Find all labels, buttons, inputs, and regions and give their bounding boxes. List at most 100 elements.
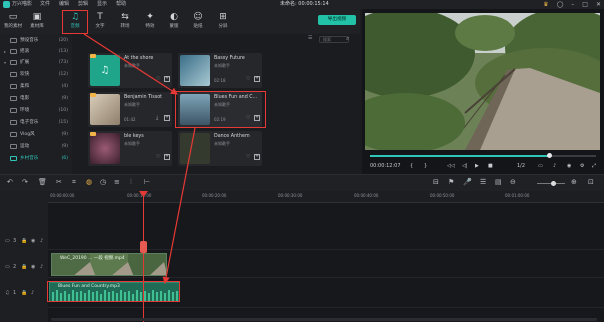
zoom-out-icon[interactable]: ⊖ [510, 178, 516, 186]
playhead-marker[interactable] [140, 241, 147, 253]
add-icon[interactable]: + [164, 76, 170, 82]
playback-scrubber[interactable] [370, 153, 596, 158]
sidebar-item-sports[interactable]: 运动 (9) [4, 142, 68, 151]
color-icon[interactable]: ◍ [86, 178, 92, 186]
scrubber-handle[interactable] [546, 153, 552, 158]
tool-mask[interactable]: ◐ 蒙版 [162, 11, 186, 32]
mute-icon[interactable]: ♪ [31, 290, 34, 296]
undo-icon[interactable]: ↶ [7, 178, 13, 186]
add-icon[interactable]: + [164, 115, 170, 121]
premium-crown-icon[interactable]: ♛ [543, 0, 548, 9]
ruler-tick-label: 00:00:40:00 [354, 193, 379, 198]
fit-icon[interactable]: ⊡ [588, 178, 594, 186]
menu-edit[interactable]: 编辑 [59, 0, 69, 9]
mute-icon[interactable]: ♪ [40, 264, 43, 270]
filter-icon[interactable]: ☰ [308, 35, 312, 41]
adjust-icon[interactable]: ≡ [114, 178, 120, 186]
menu-file[interactable]: 文件 [40, 0, 50, 9]
add-icon[interactable]: + [254, 154, 260, 160]
volume-icon[interactable]: ♪ [553, 159, 556, 174]
render-icon[interactable]: ⊟ [433, 178, 439, 186]
lock-icon[interactable]: 🔒 [21, 238, 27, 244]
sidebar-item-preset-music[interactable]: 预设音乐 (20) [4, 36, 68, 45]
delete-icon[interactable]: 🗑 [38, 178, 47, 186]
timeline-scrollbar[interactable] [51, 318, 597, 321]
audio-card-ble-keys[interactable]: ble keys 未知歌手 ♡ + [88, 131, 172, 166]
tool-text[interactable]: T 文字 [88, 11, 112, 32]
tool-my-media[interactable]: ▭ 我的素材 [1, 11, 25, 32]
mixer-icon[interactable]: ☰ [480, 178, 486, 186]
favorite-icon[interactable]: ♡ [156, 154, 160, 160]
zoom-in-icon[interactable]: ⊕ [571, 178, 577, 186]
sidebar-item-rock[interactable]: ▸ 摇滚 (13) [4, 47, 68, 56]
speed-icon[interactable]: ◷ [100, 178, 106, 186]
sidebar-item-electronic[interactable]: 电子音乐 (15) [4, 118, 68, 127]
split-icon[interactable]: ⊢ [144, 178, 150, 186]
maximize-icon[interactable]: □ [582, 0, 588, 9]
chevron-right-icon: ▸ [4, 49, 7, 54]
download-icon[interactable]: ⤓ [156, 115, 158, 121]
step-back-icon[interactable]: ◁| [462, 159, 468, 174]
display-icon[interactable]: ▭ [538, 159, 543, 174]
menu-view[interactable]: 显示 [97, 0, 107, 9]
eye-icon[interactable]: ◉ [31, 264, 35, 270]
tool-effects[interactable]: ✦ 特效 [138, 11, 162, 32]
mark-out-icon[interactable]: } [424, 159, 427, 174]
zoom-slider-handle[interactable] [551, 181, 556, 186]
snapshot-icon[interactable]: ◉ [567, 159, 571, 174]
timeline-ruler[interactable]: 00:00:00:00 00:00:10:00 00:00:20:00 00:0… [48, 191, 604, 203]
audio-card-benjamin-tissot[interactable]: Benjamin Tissot 未知歌手 01:42 ⤓ + [88, 92, 172, 127]
eye-icon[interactable]: ◉ [31, 238, 35, 244]
crop-icon[interactable]: ⌗ [72, 178, 76, 187]
minimize-icon[interactable]: – [571, 0, 574, 9]
mark-icon[interactable]: ⚑ [448, 178, 454, 186]
sidebar-item-film[interactable]: 电影 (9) [4, 94, 68, 103]
sidebar-item-vlog[interactable]: Vlog风 (9) [4, 130, 68, 139]
stop-icon[interactable]: ■ [488, 159, 493, 174]
lock-icon[interactable]: 🔒 [21, 264, 27, 270]
sidebar-item-country[interactable]: 乡村音乐 (6) [4, 154, 68, 163]
audio-card-at-the-shore[interactable]: ♫ At the shore 未知歌手 ♡ + [88, 53, 172, 88]
favorite-icon[interactable]: ♡ [246, 76, 250, 82]
export-button[interactable]: 导出视频 [318, 15, 356, 25]
video-clip-label: WeC_20190 ... 一段 视频.mp4 [60, 256, 125, 261]
sidebar-item-extended[interactable]: ▾ 扩展 (73) [4, 58, 68, 67]
close-icon[interactable]: ✕ [596, 0, 601, 9]
sidebar-item-ambient[interactable]: 环境 (10) [4, 106, 68, 115]
search-input[interactable]: 搜索 [319, 36, 349, 43]
menu-help[interactable]: 帮助 [116, 0, 126, 9]
app-name: 万兴喵影 [12, 1, 33, 7]
lock-icon[interactable]: 🔒 [21, 290, 27, 296]
favorite-icon[interactable]: ♡ [246, 154, 250, 160]
menu-clip[interactable]: 剪辑 [78, 0, 88, 9]
account-icon[interactable]: ◯ [557, 0, 564, 9]
sidebar-item-soft[interactable]: 柔和 (4) [4, 82, 68, 91]
preview-video[interactable] [365, 13, 600, 150]
mark-in-icon[interactable]: { [410, 159, 413, 174]
sticker-icon: ☺ [193, 12, 203, 22]
mute-icon[interactable]: ♪ [40, 238, 43, 244]
tool-split-screen[interactable]: ⊞ 分屏 [211, 11, 235, 32]
add-icon[interactable]: + [164, 154, 170, 160]
sidebar-item-happy[interactable]: 欢快 (12) [4, 70, 68, 79]
search-icon[interactable]: ⌕ [346, 35, 349, 43]
audio-wave-icon[interactable]: ⫶ [130, 178, 132, 187]
quality-ratio[interactable]: 1/2 [517, 159, 525, 174]
playhead[interactable] [143, 191, 144, 322]
previous-frame-icon[interactable]: ◁◁ [447, 159, 455, 174]
settings-icon[interactable]: ⚙ [580, 159, 584, 174]
voiceover-icon[interactable]: ▤ [495, 178, 502, 186]
mic-icon[interactable]: 🎤 [463, 178, 472, 186]
tool-transition[interactable]: ⇆ 转场 [113, 11, 137, 32]
tool-library[interactable]: ▣ 素材库 [25, 11, 49, 32]
cut-icon[interactable]: ✂ [56, 178, 62, 186]
favorite-icon[interactable]: ♡ [156, 76, 160, 82]
play-icon[interactable]: ▶ [475, 159, 479, 174]
redo-icon[interactable]: ↷ [22, 178, 28, 186]
audio-card-bassy-future[interactable]: Bassy Future 未知歌手 02:18 ♡ + [178, 53, 262, 88]
fullscreen-icon[interactable]: ⤢ [592, 159, 596, 174]
add-icon[interactable]: + [254, 76, 260, 82]
tool-sticker[interactable]: ☺ 贴纸 [186, 11, 210, 32]
audio-card-dance-anthem[interactable]: Dance Anthem 未知歌手 ♡ + [178, 131, 262, 166]
video-clip[interactable]: WeC_20190 ... 一段 视频.mp4 [51, 253, 167, 276]
